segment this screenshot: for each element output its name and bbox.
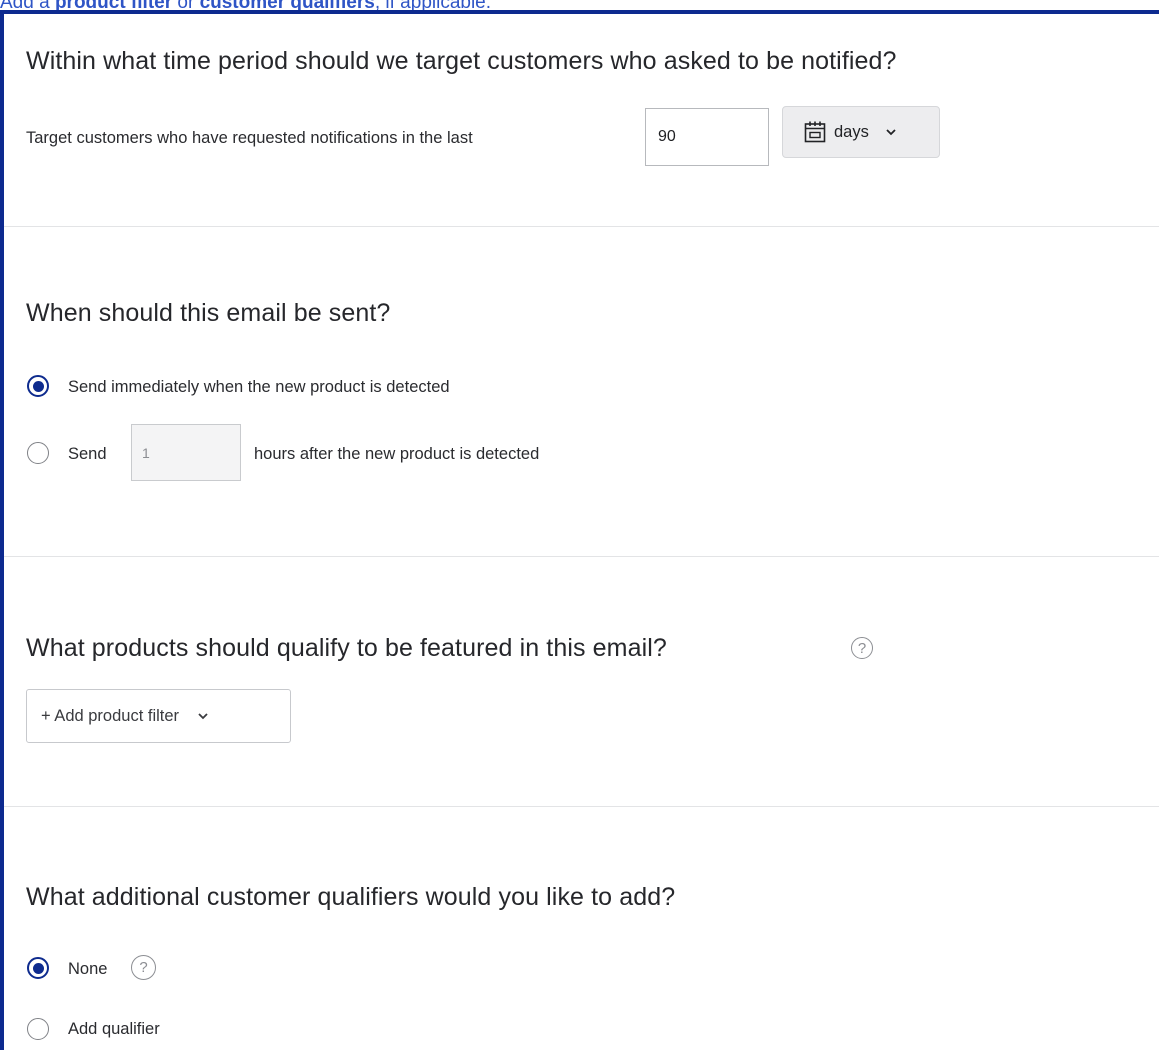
section-divider [4, 556, 1159, 557]
products-heading: What products should qualify to be featu… [26, 634, 667, 662]
section-divider [4, 226, 1159, 227]
send-immediately-label[interactable]: Send immediately when the new product is… [68, 377, 450, 397]
send-timing-heading: When should this email be sent? [26, 299, 391, 327]
send-delayed-radio[interactable] [27, 442, 49, 464]
time-period-heading: Within what time period should we target… [26, 47, 897, 75]
add-product-filter-button[interactable]: + Add product filter [26, 689, 291, 743]
qualifier-none-label[interactable]: None [68, 959, 107, 979]
time-unit-label: days [834, 122, 869, 141]
qualifier-none-radio[interactable] [27, 957, 49, 979]
days-count-input[interactable] [645, 108, 769, 166]
chevron-down-icon [198, 713, 208, 720]
delay-hours-input[interactable] [131, 424, 241, 481]
send-delayed-prefix-label[interactable]: Send [68, 444, 107, 464]
send-immediately-radio[interactable] [27, 375, 49, 397]
qualifiers-heading: What additional customer qualifiers woul… [26, 883, 676, 911]
section-divider [4, 806, 1159, 807]
time-unit-select[interactable]: days [782, 106, 940, 158]
help-icon[interactable]: ? [851, 637, 873, 659]
chevron-down-icon [886, 129, 896, 136]
calendar-icon [804, 121, 826, 143]
add-qualifier-radio[interactable] [27, 1018, 49, 1040]
add-qualifier-label[interactable]: Add qualifier [68, 1019, 160, 1039]
add-product-filter-label: + Add product filter [41, 706, 180, 725]
time-period-label: Target customers who have requested noti… [26, 129, 473, 147]
help-icon[interactable]: ? [131, 955, 156, 980]
send-delayed-suffix-label: hours after the new product is detected [254, 445, 540, 463]
